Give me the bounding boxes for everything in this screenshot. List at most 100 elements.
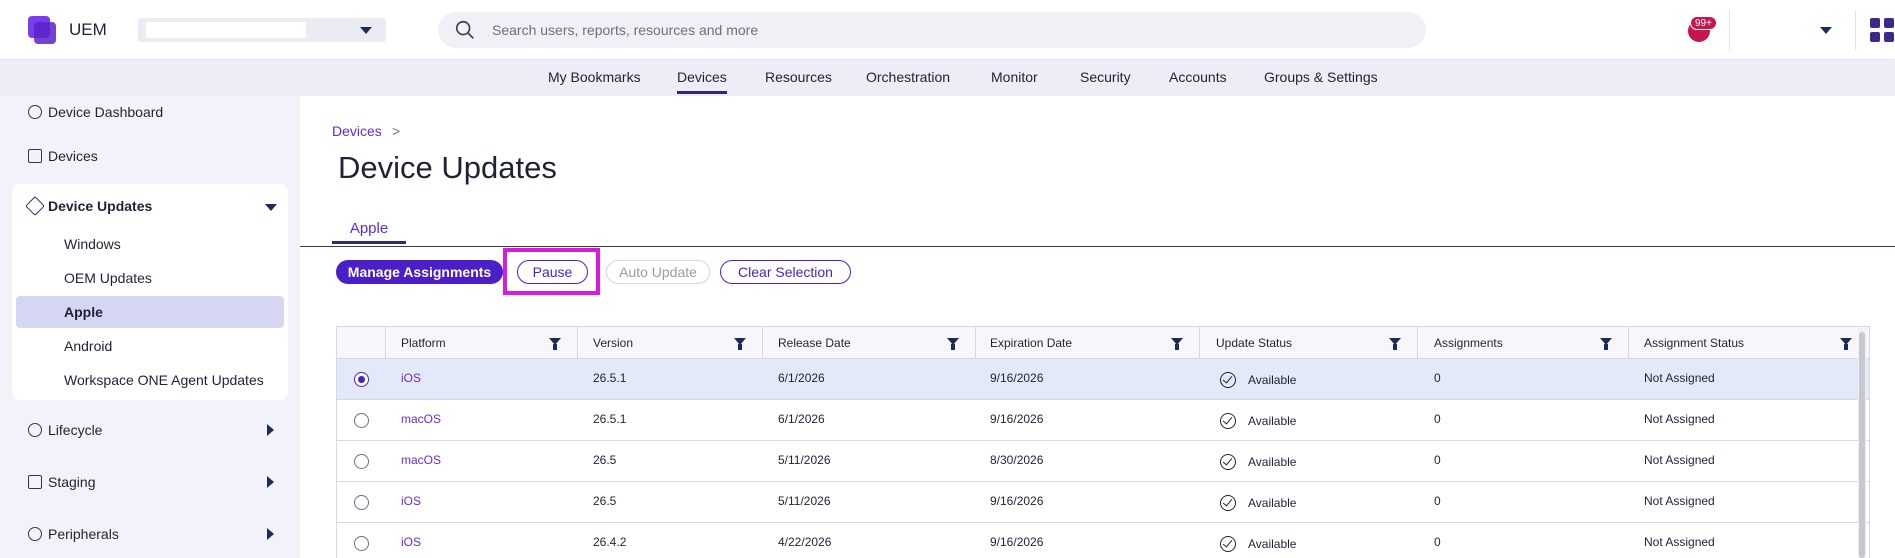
cell-expiration-date: 9/16/2026: [990, 494, 1044, 508]
notification-badge: 99+: [1690, 16, 1717, 30]
column-separator: [762, 327, 763, 359]
cell-assignments: 0: [1434, 453, 1441, 467]
sidebar-item-label: Device Updates: [48, 198, 153, 214]
sidebar-subitem-windows[interactable]: Windows: [64, 236, 121, 252]
tab-apple[interactable]: Apple: [332, 220, 406, 244]
chevron-right-icon[interactable]: [267, 424, 274, 436]
chevron-down-icon[interactable]: [265, 204, 277, 211]
devices-icon: [28, 149, 42, 163]
breadcrumb-devices[interactable]: Devices: [332, 123, 382, 139]
check-circle-icon: [1220, 413, 1236, 429]
nav-monitor[interactable]: Monitor: [991, 69, 1038, 85]
sidebar-subitem-oem-updates[interactable]: OEM Updates: [64, 270, 152, 286]
filter-icon[interactable]: [1389, 338, 1401, 350]
sidebar-item-peripherals[interactable]: Peripherals: [28, 526, 119, 542]
cell-expiration-date: 9/16/2026: [990, 535, 1044, 549]
sidebar-subitem-apple[interactable]: Apple: [64, 304, 103, 320]
page-title: Device Updates: [338, 150, 557, 185]
table-header: Platform Version Release Date Expiration…: [337, 327, 1869, 359]
cell-platform[interactable]: iOS: [401, 371, 421, 385]
app-launcher-icon[interactable]: [1870, 18, 1895, 43]
check-circle-icon: [1220, 372, 1236, 388]
cell-release-date: 4/22/2026: [778, 535, 832, 549]
user-menu-chevron-icon[interactable]: [1820, 27, 1832, 34]
row-select-radio[interactable]: [354, 413, 369, 428]
nav-orchestration[interactable]: Orchestration: [866, 69, 950, 85]
manage-assignments-button[interactable]: Manage Assignments: [336, 260, 503, 284]
sidebar-item-label: Device Dashboard: [48, 104, 164, 120]
wrench-icon: [25, 196, 45, 216]
sidebar-item-lifecycle[interactable]: Lifecycle: [28, 422, 102, 438]
table-row[interactable]: macOS 26.5 5/11/2026 8/30/2026 Available…: [337, 441, 1869, 482]
dashboard-icon: [28, 105, 42, 119]
filter-icon[interactable]: [549, 338, 561, 350]
cell-assignment-status: Not Assigned: [1644, 494, 1715, 508]
cell-platform[interactable]: macOS: [401, 412, 441, 426]
chevron-down-icon: [360, 27, 372, 34]
filter-icon[interactable]: [1171, 338, 1183, 350]
row-select-radio[interactable]: [354, 495, 369, 510]
table-scrollbar[interactable]: [1858, 328, 1866, 558]
divider: [1855, 10, 1856, 50]
nav-security[interactable]: Security: [1080, 69, 1131, 85]
sidebar-item-device-updates[interactable]: Device Updates: [25, 196, 153, 216]
cell-platform[interactable]: macOS: [401, 453, 441, 467]
table-row[interactable]: iOS 26.5.1 6/1/2026 9/16/2026 Available …: [337, 359, 1869, 400]
cell-release-date: 5/11/2026: [778, 453, 831, 467]
chevron-right-icon[interactable]: [267, 528, 274, 540]
cell-update-status: Available: [1248, 455, 1297, 469]
nav-groups-settings[interactable]: Groups & Settings: [1264, 69, 1378, 85]
sidebar-subitem-workspace-one-agent-updates[interactable]: Workspace ONE Agent Updates: [64, 372, 264, 388]
cell-release-date: 6/1/2026: [778, 371, 825, 385]
clear-selection-button[interactable]: Clear Selection: [720, 260, 851, 284]
cell-update-status: Available: [1248, 373, 1297, 387]
cell-version: 26.5.1: [593, 371, 627, 385]
cell-version: 26.5.1: [593, 412, 627, 426]
nav-my-bookmarks[interactable]: My Bookmarks: [548, 69, 641, 85]
sidebar-subitem-android[interactable]: Android: [64, 338, 112, 354]
updates-table: Platform Version Release Date Expiration…: [336, 326, 1870, 558]
sidebar-item-label: Staging: [48, 474, 96, 490]
notifications-button[interactable]: 99+: [1684, 14, 1720, 46]
cell-assignments: 0: [1434, 371, 1441, 385]
sidebar-item-staging[interactable]: Staging: [28, 474, 95, 490]
filter-icon[interactable]: [1840, 338, 1852, 350]
nav-devices[interactable]: Devices: [677, 69, 727, 94]
sidebar-item-label: Devices: [48, 148, 98, 164]
row-select-radio[interactable]: [354, 372, 369, 387]
chevron-right-icon[interactable]: [267, 476, 274, 488]
cell-assignments: 0: [1434, 535, 1441, 549]
column-header-release-date[interactable]: Release Date: [778, 336, 851, 350]
check-circle-icon: [1220, 536, 1236, 552]
cell-assignments: 0: [1434, 412, 1441, 426]
nav-accounts[interactable]: Accounts: [1169, 69, 1227, 85]
row-select-radio[interactable]: [354, 536, 369, 551]
filter-icon[interactable]: [734, 338, 746, 350]
sidebar-item-device-dashboard[interactable]: Device Dashboard: [28, 104, 163, 120]
column-header-platform[interactable]: Platform: [401, 336, 446, 350]
column-header-assignment-status[interactable]: Assignment Status: [1644, 336, 1744, 350]
scrollbar-thumb[interactable]: [1859, 332, 1865, 558]
column-header-version[interactable]: Version: [593, 336, 633, 350]
column-header-assignments[interactable]: Assignments: [1434, 336, 1503, 350]
sidebar-active-highlight: [16, 296, 284, 328]
filter-icon[interactable]: [947, 338, 959, 350]
cell-platform[interactable]: iOS: [401, 494, 421, 508]
table-row[interactable]: macOS 26.5.1 6/1/2026 9/16/2026 Availabl…: [337, 400, 1869, 441]
nav-resources[interactable]: Resources: [765, 69, 832, 85]
table-row[interactable]: iOS 26.5 5/11/2026 9/16/2026 Available 0…: [337, 482, 1869, 523]
table-row[interactable]: iOS 26.4.2 4/22/2026 9/16/2026 Available…: [337, 523, 1869, 558]
search-input[interactable]: [492, 18, 1392, 42]
sidebar-item-devices[interactable]: Devices: [28, 148, 98, 164]
cell-update-status: Available: [1248, 414, 1297, 428]
column-separator: [577, 327, 578, 359]
column-header-update-status[interactable]: Update Status: [1216, 336, 1292, 350]
cell-release-date: 6/1/2026: [778, 412, 825, 426]
global-search[interactable]: [438, 12, 1426, 48]
row-select-radio[interactable]: [354, 454, 369, 469]
cell-expiration-date: 9/16/2026: [990, 412, 1044, 426]
check-circle-icon: [1220, 495, 1236, 511]
filter-icon[interactable]: [1600, 338, 1612, 350]
cell-platform[interactable]: iOS: [401, 535, 421, 549]
column-header-expiration-date[interactable]: Expiration Date: [990, 336, 1072, 350]
